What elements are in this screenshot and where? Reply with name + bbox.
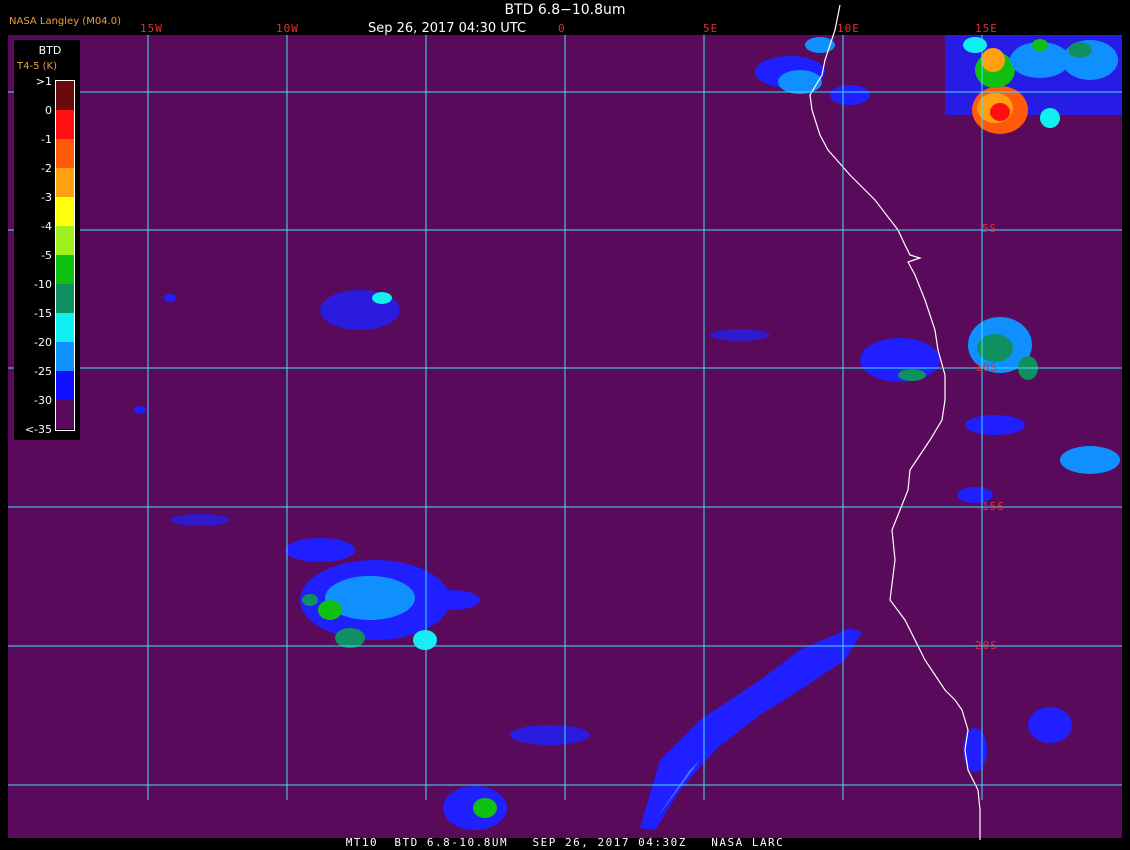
timestamp: Sep 26, 2017 04:30 UTC (368, 21, 527, 36)
product-title: BTD 6.8−10.8um (504, 2, 626, 18)
legend-tick-label: >1 (35, 75, 52, 88)
footer-caption: MT10 BTD 6.8-10.8UM SEP 26, 2017 04:30Z … (345, 836, 785, 849)
lat-label-10s: 10S (975, 361, 998, 374)
legend-frame (55, 80, 75, 431)
lat-label-20s: 20S (975, 639, 998, 652)
legend-tick-label: -30 (34, 394, 52, 407)
lon-label-15w: 15W (140, 22, 163, 35)
lon-label-10e: 10E (837, 22, 860, 35)
legend-tick-label: -1 (41, 133, 52, 146)
legend-title: BTD (38, 44, 62, 57)
legend-tick-label: -3 (41, 191, 52, 204)
legend-tick-label: -5 (41, 249, 52, 262)
lon-label-0: 0 (558, 22, 566, 35)
lon-label-10w: 10W (276, 22, 299, 35)
legend-tick-label: -4 (41, 220, 52, 233)
lon-label-15e: 15E (975, 22, 998, 35)
lat-label-5s: 5S (982, 222, 998, 235)
legend-tick-label: -25 (34, 365, 52, 378)
satellite-map (8, 4, 1122, 840)
legend-tick-label: -15 (34, 307, 52, 320)
lat-label-15s: 15S (982, 500, 1005, 513)
legend-units: T4-5 (K) (17, 61, 57, 72)
legend-tick-label: -2 (41, 162, 52, 175)
lon-label-5e: 5E (703, 22, 719, 35)
legend-tick-label: -20 (34, 336, 52, 349)
legend-tick-label: 0 (45, 104, 52, 117)
legend-tick-label: <-35 (24, 423, 52, 436)
legend-tick-label: -10 (34, 278, 52, 291)
